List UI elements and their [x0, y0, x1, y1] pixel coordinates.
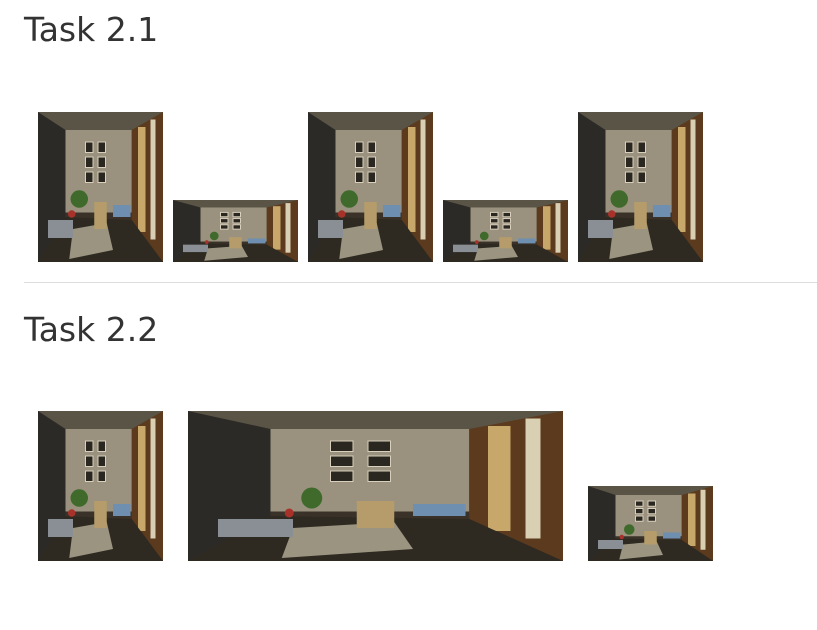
task-2-2-heading: Task 2.2: [24, 310, 159, 349]
task-2-1-heading: Task 2.1: [24, 10, 159, 49]
task-2-2-image-3: [588, 486, 713, 561]
task-2-1-image-3: [308, 112, 433, 262]
task-2-1-image-2: [173, 200, 298, 262]
task-2-2-image-1: [38, 411, 163, 561]
section-divider: [24, 282, 817, 283]
task-2-1-image-5: [578, 112, 703, 262]
task-2-1-image-1: [38, 112, 163, 262]
task-2-2-image-2: [188, 411, 563, 561]
task-2-1-image-4: [443, 200, 568, 262]
